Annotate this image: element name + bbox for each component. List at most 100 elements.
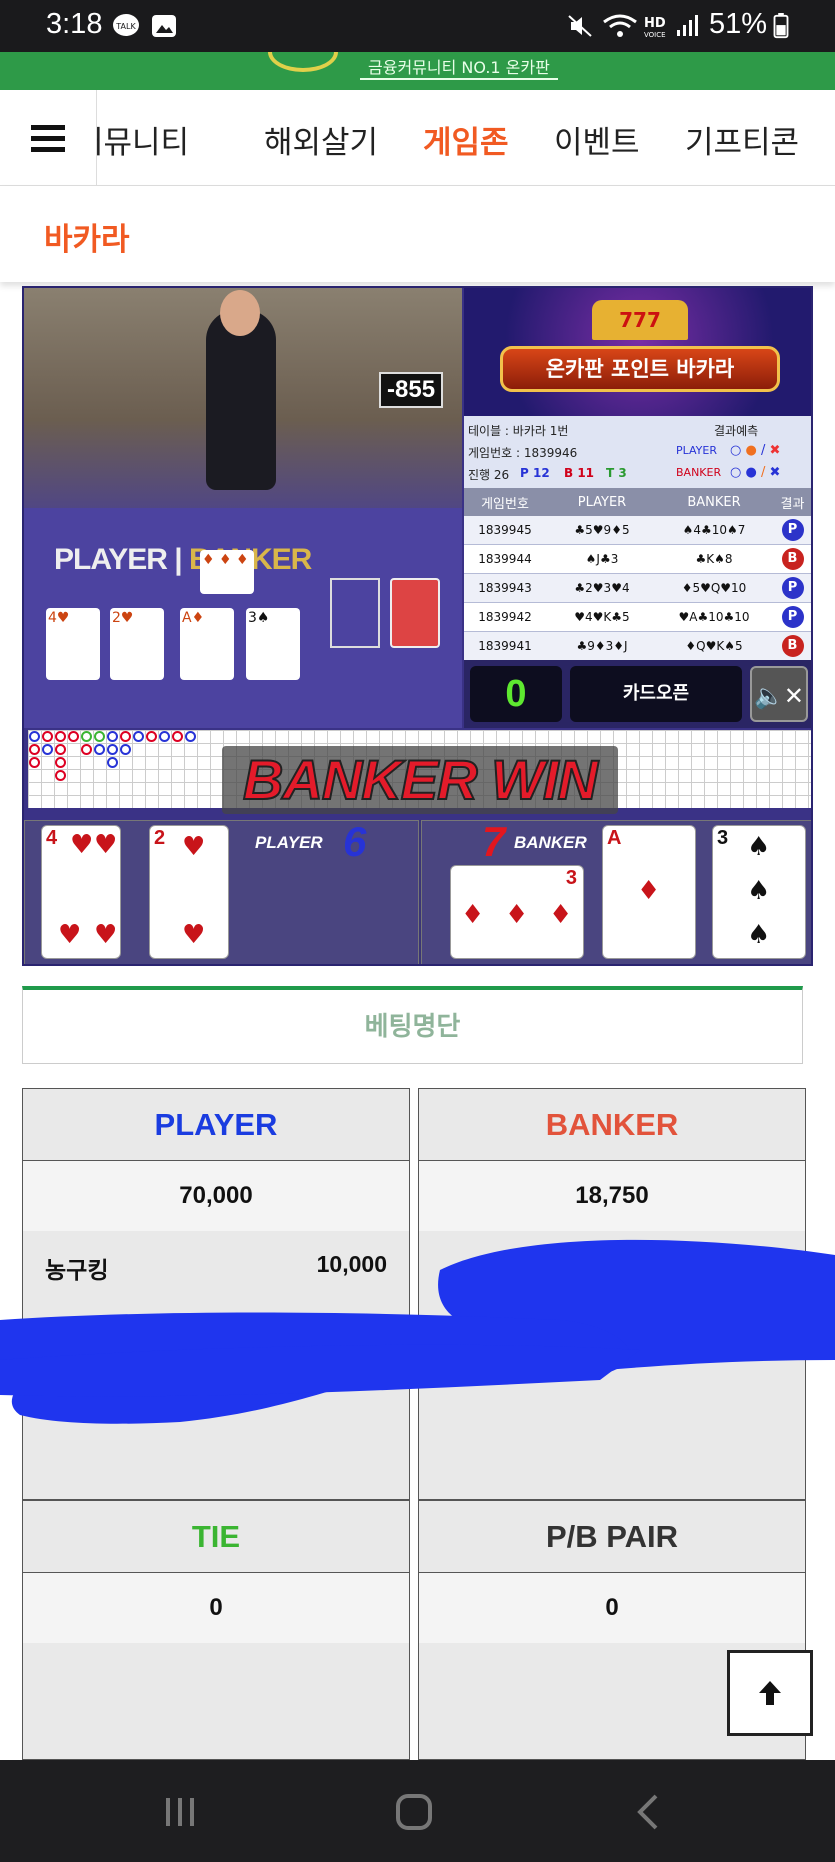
site-logo-text[interactable]: 금융커뮤니티 NO.1 온카판: [360, 54, 558, 80]
banker-card-1: 3 ♦ ♦ ♦: [450, 865, 584, 959]
history-result-badge: P: [781, 577, 804, 599]
player-card-2: 2 ♥ ♥: [149, 825, 229, 959]
dealer: [206, 310, 276, 490]
home-icon[interactable]: [392, 1790, 436, 1834]
history-game-no: 1839941: [478, 639, 532, 653]
heart-icon: ♥: [182, 920, 206, 950]
svg-text:HD: HD: [644, 16, 666, 31]
history-col-banker: BANKER: [687, 494, 741, 510]
bead-dot: [107, 744, 118, 755]
dealt-cards: 4 ♥ ♥ ♥ ♥ 2 ♥ ♥ PLAYER 6 7 BANKER 3 ♦ ♦ …: [24, 818, 811, 964]
svg-text:TALK: TALK: [115, 22, 136, 31]
bead-dot: [29, 744, 40, 755]
bet-list-title: 베팅명단: [364, 1012, 461, 1042]
diamond-icon: ♦: [637, 876, 661, 906]
bead-dot: [55, 757, 66, 768]
card-open-button[interactable]: 카드오픈: [570, 666, 742, 722]
status-time: 3:18: [46, 8, 103, 40]
kakaotalk-icon: TALK: [113, 14, 139, 36]
battery-icon: [773, 13, 789, 39]
video-card: ♦ ♦ ♦: [200, 550, 254, 594]
history-result-badge: B: [781, 548, 804, 570]
card-shoe-slot: [330, 578, 380, 648]
history-banker-cards: ♠4♣10♠7: [682, 523, 746, 537]
battery-percent: 51%: [708, 8, 767, 40]
history-banker-cards: ♥A♣10♣10: [678, 610, 750, 624]
video-card: 2♥: [110, 608, 164, 680]
page-title: 바카라: [44, 222, 130, 258]
bead-dot: [42, 744, 53, 755]
heart-icon: ♥: [94, 920, 118, 950]
player-count: P 12: [520, 466, 550, 480]
card-rank: A: [607, 827, 622, 849]
main-nav: 커뮤니티 해외살기 게임존 이벤트 기프티콘: [0, 90, 835, 186]
predict-banker-options[interactable]: ○ ● / ✖: [730, 465, 780, 480]
scroll-top-button[interactable]: [727, 1650, 813, 1736]
history-banker-cards: ♦5♥Q♥10: [681, 581, 747, 595]
mute-status-icon: [568, 15, 592, 37]
game-side-panel: 777 온카판 포인트 바카라 테이블 : 바카라 1번 결과예측 게임번호 :…: [464, 288, 811, 728]
history-table: 게임번호 PLAYER BANKER 결과 1839945 ♣5♥9♦5 ♠4♣10…: [464, 488, 811, 661]
recent-apps-icon[interactable]: [158, 1790, 202, 1834]
player-score: 6: [343, 818, 367, 865]
system-nav-bar: [0, 1760, 835, 1862]
banker-count: B 11: [564, 466, 595, 480]
diamond-icon: ♦: [461, 900, 485, 930]
banner-title: 온카판 포인트 바카라: [500, 346, 780, 392]
nav-item-community[interactable]: 커뮤니티: [97, 117, 189, 162]
history-player-cards: ♣2♥3♥4: [574, 581, 630, 595]
history-player-cards: ♠J♣3: [585, 552, 619, 566]
bead-dot: [120, 744, 131, 755]
bead-dot: [68, 731, 79, 742]
bead-dot: [172, 731, 183, 742]
nav-item-overseas[interactable]: 해외살기: [264, 117, 378, 162]
bead-dot: [146, 731, 157, 742]
bead-dot: [185, 731, 196, 742]
tie-count: T 3: [606, 466, 627, 480]
spade-icon: ♠: [747, 876, 771, 906]
diamond-icon: ♦: [505, 900, 529, 930]
history-header: 게임번호 PLAYER BANKER 결과: [464, 488, 811, 516]
card-rank: 3: [717, 827, 729, 849]
history-game-no: 1839945: [478, 523, 532, 537]
site-logo[interactable]: [268, 52, 338, 72]
bead-dot: [55, 744, 66, 755]
bead-dot: [107, 731, 118, 742]
banker-card-3: 3 ♠ ♠ ♠: [712, 825, 806, 959]
card-rank: 4: [46, 827, 58, 849]
sound-toggle-button[interactable]: 🔈✕: [750, 666, 808, 722]
history-result-badge: P: [781, 519, 804, 541]
status-bar: 3:18 TALK HD VOICE 51%: [0, 0, 835, 52]
game-info: 테이블 : 바카라 1번 결과예측 게임번호 : 1839946 PLAYER …: [464, 416, 811, 488]
wifi-icon: [603, 14, 637, 37]
video-player-label: PLAYER: [54, 543, 168, 576]
heart-icon: ♥: [182, 832, 206, 862]
pair-panel-title: P/B PAIR: [419, 1501, 805, 1573]
nav-item-gifticon[interactable]: 기프티콘: [685, 117, 799, 162]
menu-button[interactable]: [0, 90, 97, 186]
history-game-no: 1839942: [478, 610, 532, 624]
bead-dot: [81, 731, 92, 742]
video-card: 3♠: [246, 608, 300, 680]
hd-voice-icon: HDVOICE: [644, 16, 666, 39]
history-banker-cards: ♣K♠8: [695, 552, 733, 566]
back-icon[interactable]: [628, 1790, 672, 1834]
history-banker-cards: ♦Q♥K♠5: [685, 639, 743, 653]
heart-icon: ♥: [94, 830, 118, 860]
nav-item-gamezone[interactable]: 게임존: [423, 117, 509, 162]
win-banner: BANKER WIN: [222, 746, 618, 814]
progress-count: 진행 26: [468, 468, 510, 482]
nav-item-event[interactable]: 이벤트: [554, 117, 640, 162]
game-number: 게임번호 : 1839946: [468, 446, 578, 460]
predict-player-options[interactable]: ○ ● / ✖: [730, 443, 780, 458]
site-header: 금융커뮤니티 NO.1 온카판: [0, 52, 835, 90]
spade-icon: ♠: [747, 920, 771, 950]
bead-dot: [29, 757, 40, 768]
banker-score-label: BANKER: [514, 833, 587, 852]
history-col-player: PLAYER: [577, 494, 627, 510]
heart-icon: ♥: [58, 920, 82, 950]
card-shoe: [390, 578, 440, 648]
bead-dot: [94, 731, 105, 742]
bead-dot: [107, 757, 118, 768]
banker-score: 7: [482, 818, 506, 865]
